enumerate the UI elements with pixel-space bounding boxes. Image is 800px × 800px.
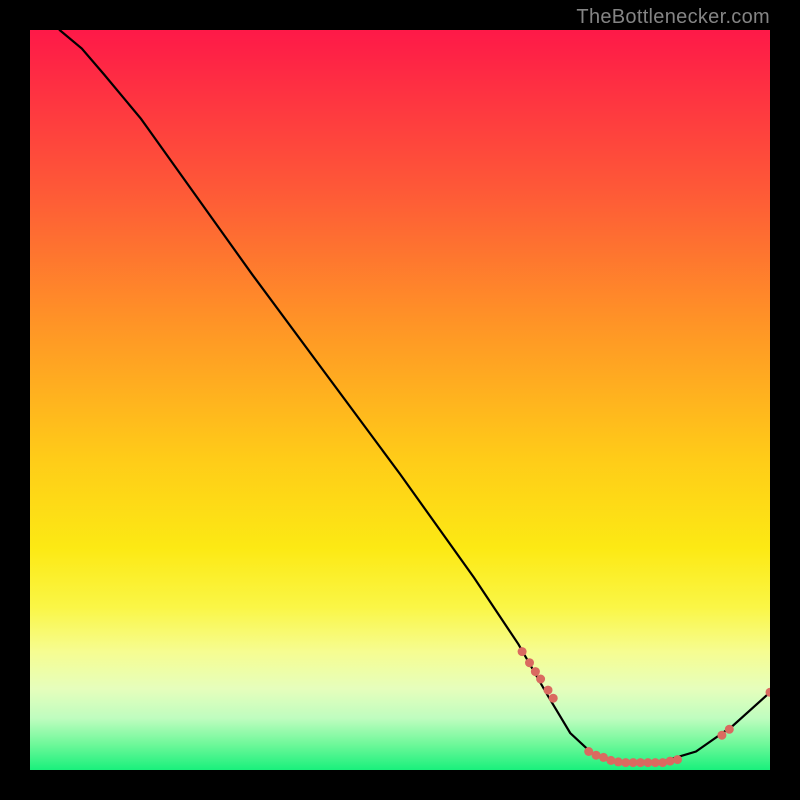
watermark-text: TheBottlenecker.com (576, 6, 770, 29)
marker-dot (725, 725, 734, 734)
plot-area (30, 30, 770, 770)
marker-dot (673, 755, 682, 764)
marker-dot (536, 675, 545, 684)
chart-stage: TheBottlenecker.com (0, 0, 800, 800)
marker-dot (717, 731, 726, 740)
marker-dot (525, 658, 534, 667)
marker-dot (544, 686, 553, 695)
marker-dot (549, 694, 558, 703)
marker-dot (606, 756, 615, 765)
marker-dot (518, 647, 527, 656)
marker-dot (658, 758, 667, 767)
marker-dot (666, 757, 675, 766)
marker-dot (531, 667, 540, 676)
bottleneck-curve (60, 30, 770, 763)
curve-layer (30, 30, 770, 770)
